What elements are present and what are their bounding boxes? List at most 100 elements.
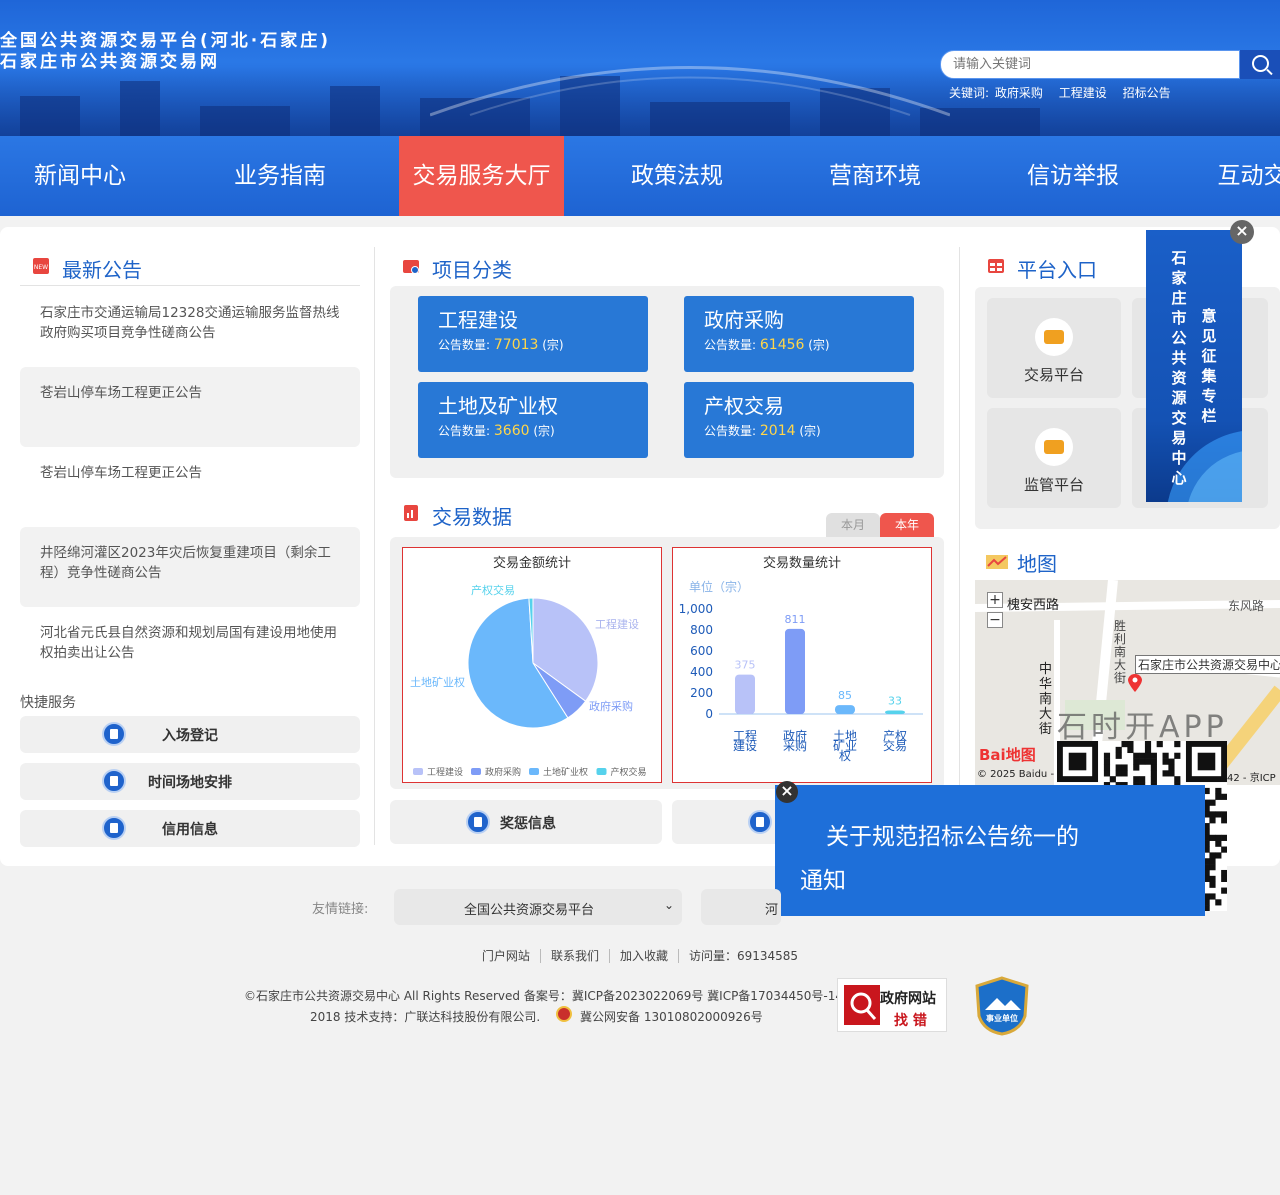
baidu-logo: Bai地图: [979, 744, 1036, 765]
footer-link[interactable]: 门户网站: [472, 949, 540, 963]
project-count: 公告数量: 61456 (宗): [704, 336, 894, 353]
notice-popup[interactable]: 关于规范招标公告统一的通知: [775, 785, 1205, 916]
project-card-construction[interactable]: 工程建设 公告数量: 77013 (宗): [418, 296, 648, 372]
y-axis-label: 单位（宗）: [689, 579, 749, 594]
new-notice-icon: NEW: [33, 258, 49, 274]
notice-item[interactable]: 井陉绵河灌区2023年灾后恢复重建项目（剩余工程）竞争性磋商公告: [20, 527, 360, 607]
zoom-in-button[interactable]: +: [987, 592, 1003, 608]
footer-link[interactable]: 联系我们: [539, 949, 609, 963]
qr-module: [1209, 875, 1216, 882]
bar: [885, 710, 905, 714]
notice-item[interactable]: 苍岩山停车场工程更正公告: [20, 447, 360, 527]
search-input[interactable]: [953, 51, 1233, 78]
copyright-line2: 2018 技术支持：广联达科技股份有限公司.: [310, 1010, 541, 1024]
public-institution-badge[interactable]: 事业单位: [975, 976, 1029, 1036]
friend-link-select[interactable]: 全国公共资源交易平台 ⌄: [394, 889, 682, 925]
magnifier-icon: [844, 985, 880, 1025]
nav-item-petition[interactable]: 信访举报: [993, 136, 1153, 216]
count-label: 公告数量:: [704, 424, 757, 438]
qr-finder: [1068, 752, 1087, 771]
qr-module: [1162, 770, 1169, 777]
notice-item[interactable]: 河北省元氏县自然资源和规划局国有建设用地使用权拍卖出让公告: [20, 607, 360, 687]
qr-module: [1215, 840, 1222, 847]
folder-icon: [403, 260, 419, 274]
project-name: 工程建设: [438, 308, 518, 332]
project-card-procurement[interactable]: 政府采购 公告数量: 61456 (宗): [684, 296, 914, 372]
qr-module: [1215, 793, 1222, 800]
keyword-link[interactable]: 工程建设: [1059, 86, 1107, 100]
nav-item-policy[interactable]: 政策法规: [597, 136, 757, 216]
poi-label: 石家庄市公共资源交易中心: [1135, 655, 1280, 674]
project-name: 政府采购: [704, 308, 784, 332]
search-button[interactable]: [1240, 50, 1280, 79]
nav-item-trade-hall[interactable]: 交易服务大厅: [399, 136, 564, 216]
banner-text: 石家庄市公共资源交易中心: [1171, 249, 1187, 487]
registration-icon: [102, 722, 126, 746]
qr-module: [1221, 875, 1227, 882]
footer-link[interactable]: 加入收藏: [608, 949, 678, 963]
nav-item-news[interactable]: 新闻中心: [0, 136, 160, 216]
bar-chart: 单位（宗）1,0008006004002000375工程建设811政府采购85土…: [679, 579, 923, 763]
police-record[interactable]: 冀公网安备 13010802000926号: [580, 1008, 763, 1025]
police-badge-icon: [556, 1006, 572, 1022]
friend-link-select[interactable]: 河: [701, 889, 781, 925]
schedule-button[interactable]: 时间场地安排: [20, 763, 360, 800]
trading-platform-link[interactable]: 交易平台: [987, 298, 1121, 398]
visit-count: 访问量：69134585: [677, 949, 809, 963]
keyword-link[interactable]: 招标公告: [1123, 86, 1171, 100]
qr-module: [1127, 741, 1134, 748]
x-tick-label: 权: [839, 749, 851, 763]
divider: [959, 247, 960, 845]
count-unit: (宗): [533, 424, 555, 438]
reward-punish-button[interactable]: 奖惩信息: [390, 800, 662, 844]
search-icon: [1252, 55, 1269, 72]
road-label: 中华南大街: [1039, 662, 1053, 737]
qr-module: [1150, 776, 1157, 783]
count-label: 公告数量:: [438, 338, 491, 352]
legend-label: 产权交易: [611, 766, 647, 778]
keyword-link[interactable]: 政府采购: [995, 86, 1043, 100]
qr-module: [1115, 764, 1122, 771]
qr-module: [1209, 799, 1216, 806]
opinion-collection-banner[interactable]: 石家庄市公共资源交易中心 意见征集专栏: [1146, 230, 1242, 502]
amount-chart: 交易金额统计 工程建设 政府采购 土地矿业权 产权交易 工程建设 政府采购 土地矿业权 产权交…: [402, 547, 662, 783]
notice-item[interactable]: 苍岩山停车场工程更正公告: [20, 367, 360, 447]
tab-this-year[interactable]: 本年: [880, 513, 934, 537]
popup-close-button[interactable]: ×: [776, 781, 798, 803]
nav-item-business[interactable]: 营商环境: [795, 136, 955, 216]
zoom-out-button[interactable]: −: [987, 612, 1003, 628]
y-tick-label: 600: [690, 644, 713, 658]
project-card-land[interactable]: 土地及矿业权 公告数量: 3660 (宗): [418, 382, 648, 458]
credit-info-button[interactable]: 信用信息: [20, 810, 360, 847]
pie-chart: 工程建设政府采购土地矿业权产权交易工程建设 政府采购 土地矿业权 产权交易: [410, 583, 647, 778]
tab-this-month[interactable]: 本月: [826, 513, 880, 537]
legend-swatch: [413, 768, 423, 775]
nav-item-guide[interactable]: 业务指南: [200, 136, 360, 216]
schedule-icon: [102, 769, 126, 793]
qr-module: [1150, 752, 1157, 759]
map-icon: [986, 555, 1008, 569]
road-label: 胜利南大街: [1114, 619, 1127, 685]
qr-module: [1144, 746, 1152, 754]
gavel-icon: [748, 810, 772, 834]
banner-close-button[interactable]: ×: [1230, 220, 1254, 244]
notice-item[interactable]: 石家庄市交通运输局12328交通运输服务监督热线政府购买项目竞争性磋商公告: [20, 287, 360, 367]
count-value: 3660: [493, 423, 530, 439]
select-value: 全国公共资源交易平台: [464, 903, 595, 918]
nav-item-interaction[interactable]: 互动交: [1192, 136, 1280, 216]
chevron-down-icon: ⌄: [664, 898, 675, 912]
supervision-platform-link[interactable]: 监管平台: [987, 408, 1121, 508]
x-tick-label: 交易: [883, 738, 907, 753]
project-card-property[interactable]: 产权交易 公告数量: 2014 (宗): [684, 382, 914, 458]
friend-links-label: 友情链接:: [312, 902, 369, 917]
entry-registration-button[interactable]: 入场登记: [20, 716, 360, 753]
project-count: 公告数量: 2014 (宗): [704, 422, 894, 439]
qr-module: [1168, 758, 1175, 765]
gov-site-error-badge[interactable]: 政府网站 找 错: [837, 978, 947, 1032]
qr-module: [1209, 811, 1216, 818]
popup-text: 关于规范招标公告统一的通知: [800, 824, 1079, 894]
qr-module: [1174, 741, 1181, 748]
qr-module: [1174, 776, 1181, 783]
qr-module: [1221, 811, 1227, 818]
badge-text: 政府网站: [880, 991, 936, 1007]
